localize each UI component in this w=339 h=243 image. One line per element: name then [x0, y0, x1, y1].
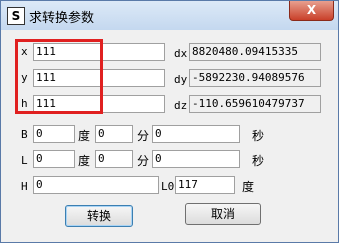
dx-label: dx	[174, 47, 188, 60]
l0-unit: 度	[242, 180, 255, 194]
b-label: B	[21, 128, 28, 141]
l-minute-unit: 分	[137, 154, 150, 168]
dx-output: 8820480.09415335	[189, 43, 321, 61]
dy-output: -5892230.94089576	[189, 69, 321, 87]
b-second-unit: 秒	[252, 129, 265, 143]
dz-label: dz	[174, 99, 188, 112]
highlight-box	[15, 39, 103, 114]
l-second-unit: 秒	[252, 154, 265, 168]
convert-button[interactable]: 转换	[65, 205, 133, 227]
b-minute-input[interactable]: 0	[95, 125, 133, 143]
b-degree-unit: 度	[78, 129, 91, 143]
window-title: 求转换参数	[29, 11, 95, 26]
l-second-input[interactable]: 0	[152, 150, 240, 168]
l-minute-input[interactable]: 0	[95, 150, 133, 168]
h-height-label: H	[21, 180, 28, 193]
l0-input[interactable]: 117	[175, 176, 235, 194]
l-label: L	[21, 154, 28, 167]
l-degree-input[interactable]: 0	[33, 150, 75, 168]
dy-label: dy	[174, 73, 188, 86]
b-degree-input[interactable]: 0	[33, 125, 75, 143]
app-icon: S	[7, 7, 25, 25]
dialog-window: S 求转换参数 X x 111 y 111 h 111 dx 8820480.0…	[0, 0, 339, 243]
l-degree-unit: 度	[78, 154, 91, 168]
b-minute-unit: 分	[137, 129, 150, 143]
l0-label: L0	[161, 180, 175, 193]
h-height-input[interactable]: 0	[33, 176, 159, 194]
title-bar: S 求转换参数 X	[1, 1, 338, 30]
close-button[interactable]: X	[289, 1, 334, 21]
b-second-input[interactable]: 0	[152, 125, 240, 143]
cancel-button[interactable]: 取消	[185, 203, 261, 225]
dz-output: -110.659610479737	[189, 95, 321, 113]
